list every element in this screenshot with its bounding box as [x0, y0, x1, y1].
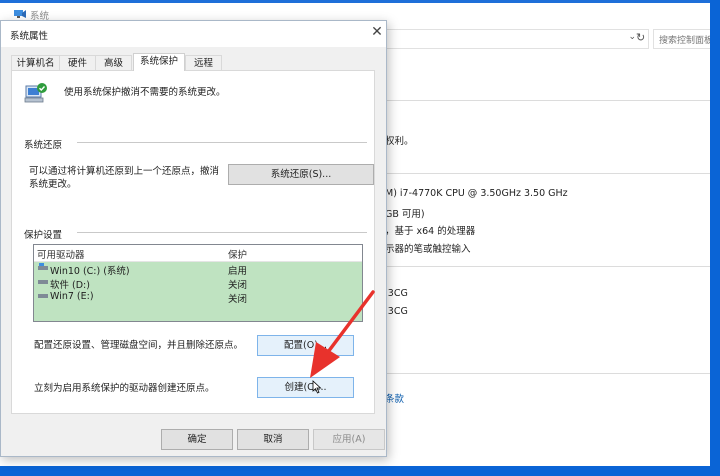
drive-name: 软件 (D:) — [50, 280, 90, 291]
address-bar[interactable]: ⌄ — [385, 29, 649, 49]
chevron-down-icon[interactable]: ⌄ — [628, 32, 636, 42]
system-restore-heading: 系统还原 — [24, 140, 63, 151]
system-restore-button[interactable]: 系统还原(S)... — [228, 164, 374, 185]
available-drives-list[interactable]: 可用驱动器 保护 Win10 (C:) (系统) 启用 软件 (D:) 关闭 W… — [33, 244, 363, 322]
ok-button[interactable]: 确定 — [161, 429, 233, 450]
desktop-edge-right — [710, 0, 720, 476]
create-description: 立刻为启用系统保护的驱动器创建还原点。 — [34, 383, 215, 394]
protection-settings-heading: 保护设置 — [24, 230, 63, 241]
divider — [385, 373, 710, 374]
search-placeholder: 搜索控制面板 — [659, 36, 714, 46]
group-divider — [77, 142, 367, 143]
cancel-button[interactable]: 取消 — [237, 429, 309, 450]
bg-text-processor: M) i7-4770K CPU @ 3.50GHz 3.50 GHz — [385, 188, 568, 199]
system-protection-icon — [24, 83, 47, 103]
close-icon[interactable]: ✕ — [369, 24, 385, 40]
bg-text-code-1: J3CG — [385, 288, 408, 299]
dialog-titlebar[interactable]: 系统属性 ✕ — [1, 21, 386, 47]
drive-row-d[interactable]: 软件 (D:) 关闭 — [34, 277, 362, 291]
bg-text-pen: 示器的笔或触控输入 — [385, 244, 471, 255]
license-terms-link[interactable]: 条款 — [385, 391, 404, 405]
create-button[interactable]: 创建(C)... — [257, 377, 354, 398]
divider — [385, 173, 710, 174]
group-divider — [77, 232, 367, 233]
bg-text-memory: GB 可用) — [385, 209, 425, 220]
restore-description-line1: 可以通过将计算机还原到上一个还原点，撤消 — [29, 166, 220, 177]
apply-button[interactable]: 应用(A) — [313, 429, 385, 450]
system-icon — [14, 10, 26, 18]
drive-protection-status: 关闭 — [228, 294, 248, 305]
divider — [385, 266, 710, 267]
tab-remote[interactable]: 远程 — [185, 55, 222, 70]
restore-description-line2: 系统更改。 — [29, 179, 77, 190]
bg-text-code-2: J3CG — [385, 306, 408, 317]
system-drive-icon — [38, 263, 48, 270]
drive-icon — [38, 294, 48, 298]
system-properties-dialog: 系统属性 ✕ 计算机名 硬件 高级 系统保护 远程 使用系统保护撤消不需要的系统… — [0, 20, 387, 457]
desktop-edge-bottom — [0, 466, 720, 476]
bg-text-systemtype: ，基于 x64 的处理器 — [385, 226, 476, 237]
drive-row-c[interactable]: Win10 (C:) (系统) 启用 — [34, 263, 362, 277]
drive-row-e[interactable]: Win7 (E:) 关闭 — [34, 291, 362, 305]
drive-protection-status: 关闭 — [228, 280, 248, 291]
system-protection-panel: 使用系统保护撤消不需要的系统更改。 系统还原 可以通过将计算机还原到上一个还原点… — [11, 70, 375, 414]
search-box[interactable]: 搜索控制面板 — [653, 29, 714, 49]
drive-icon — [38, 280, 48, 284]
tab-computer-name[interactable]: 计算机名 — [11, 55, 60, 70]
dialog-title: 系统属性 — [10, 31, 49, 42]
tab-hardware[interactable]: 硬件 — [59, 55, 96, 70]
list-header: 可用驱动器 保护 — [34, 245, 362, 262]
drive-rows: Win10 (C:) (系统) 启用 软件 (D:) 关闭 Win7 (E:) … — [34, 262, 362, 321]
drive-name: Win10 (C:) (系统) — [50, 266, 130, 277]
tab-advanced[interactable]: 高级 — [95, 55, 132, 70]
divider — [385, 100, 710, 101]
column-header-protection[interactable]: 保护 — [228, 247, 247, 261]
drive-name: Win7 (E:) — [50, 291, 94, 302]
intro-text: 使用系统保护撤消不需要的系统更改。 — [64, 87, 226, 98]
configure-description: 配置还原设置、管理磁盘空间，并且删除还原点。 — [34, 340, 244, 351]
tab-system-protection[interactable]: 系统保护 — [133, 53, 185, 71]
configure-button[interactable]: 配置(O)... — [257, 335, 354, 356]
drive-protection-status: 启用 — [228, 266, 248, 277]
bg-text-rights: 权利。 — [385, 136, 414, 147]
refresh-icon[interactable]: ↻ — [636, 31, 645, 44]
column-header-drives[interactable]: 可用驱动器 — [37, 247, 85, 261]
mouse-cursor-icon — [312, 380, 322, 394]
